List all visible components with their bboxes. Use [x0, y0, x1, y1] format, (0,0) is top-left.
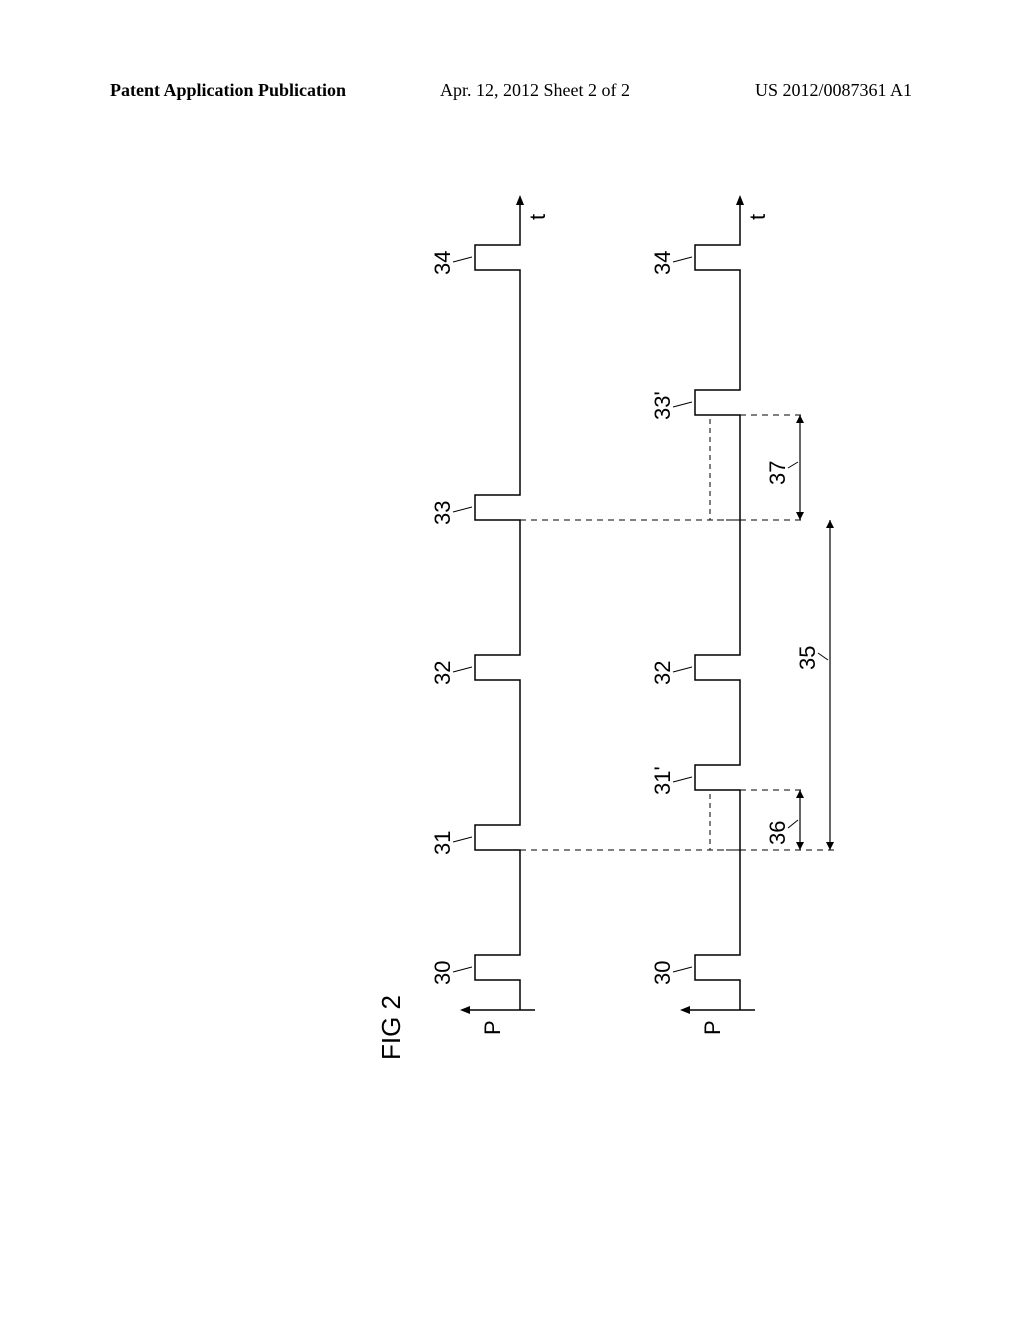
- top-pulse-30-label: 30: [430, 961, 455, 985]
- bottom-pulse-31p-label: 31': [650, 766, 675, 795]
- top-pulse-31-label: 31: [430, 831, 455, 855]
- figure-title: FIG 2: [376, 995, 406, 1060]
- timing-diagram: FIG 2 P 30 31 32 33 34 t: [140, 180, 920, 1080]
- span-37-label: 37: [765, 461, 790, 485]
- top-p-axis-label: P: [480, 1020, 505, 1035]
- bottom-t-axis-label: t: [745, 214, 770, 220]
- span-37: 37: [765, 415, 804, 520]
- span-35-label: 35: [795, 646, 820, 670]
- header-publication: Patent Application Publication: [110, 80, 346, 101]
- figure-container: FIG 2 P 30 31 32 33 34 t: [140, 180, 920, 1080]
- top-pulse-32-label: 32: [430, 661, 455, 685]
- bottom-pulse-32-label: 32: [650, 661, 675, 685]
- top-t-axis-label: t: [525, 214, 550, 220]
- top-pulse-33-label: 33: [430, 501, 455, 525]
- span-36-label: 36: [765, 821, 790, 845]
- header-patent-number: US 2012/0087361 A1: [755, 80, 912, 101]
- bottom-pulse-33p-label: 33': [650, 391, 675, 420]
- span-36: 36: [765, 790, 804, 850]
- top-pulse-34-label: 34: [430, 251, 455, 275]
- bottom-pulse-34-label: 34: [650, 251, 675, 275]
- header-date-sheet: Apr. 12, 2012 Sheet 2 of 2: [440, 80, 630, 101]
- bottom-pulse-30-label: 30: [650, 961, 675, 985]
- bottom-waveform: P 30 31' 32 33' 34 t: [650, 195, 770, 1035]
- span-35: 35: [795, 520, 834, 850]
- top-waveform: P 30 31 32 33 34 t: [430, 195, 550, 1035]
- bottom-p-axis-label: P: [700, 1020, 725, 1035]
